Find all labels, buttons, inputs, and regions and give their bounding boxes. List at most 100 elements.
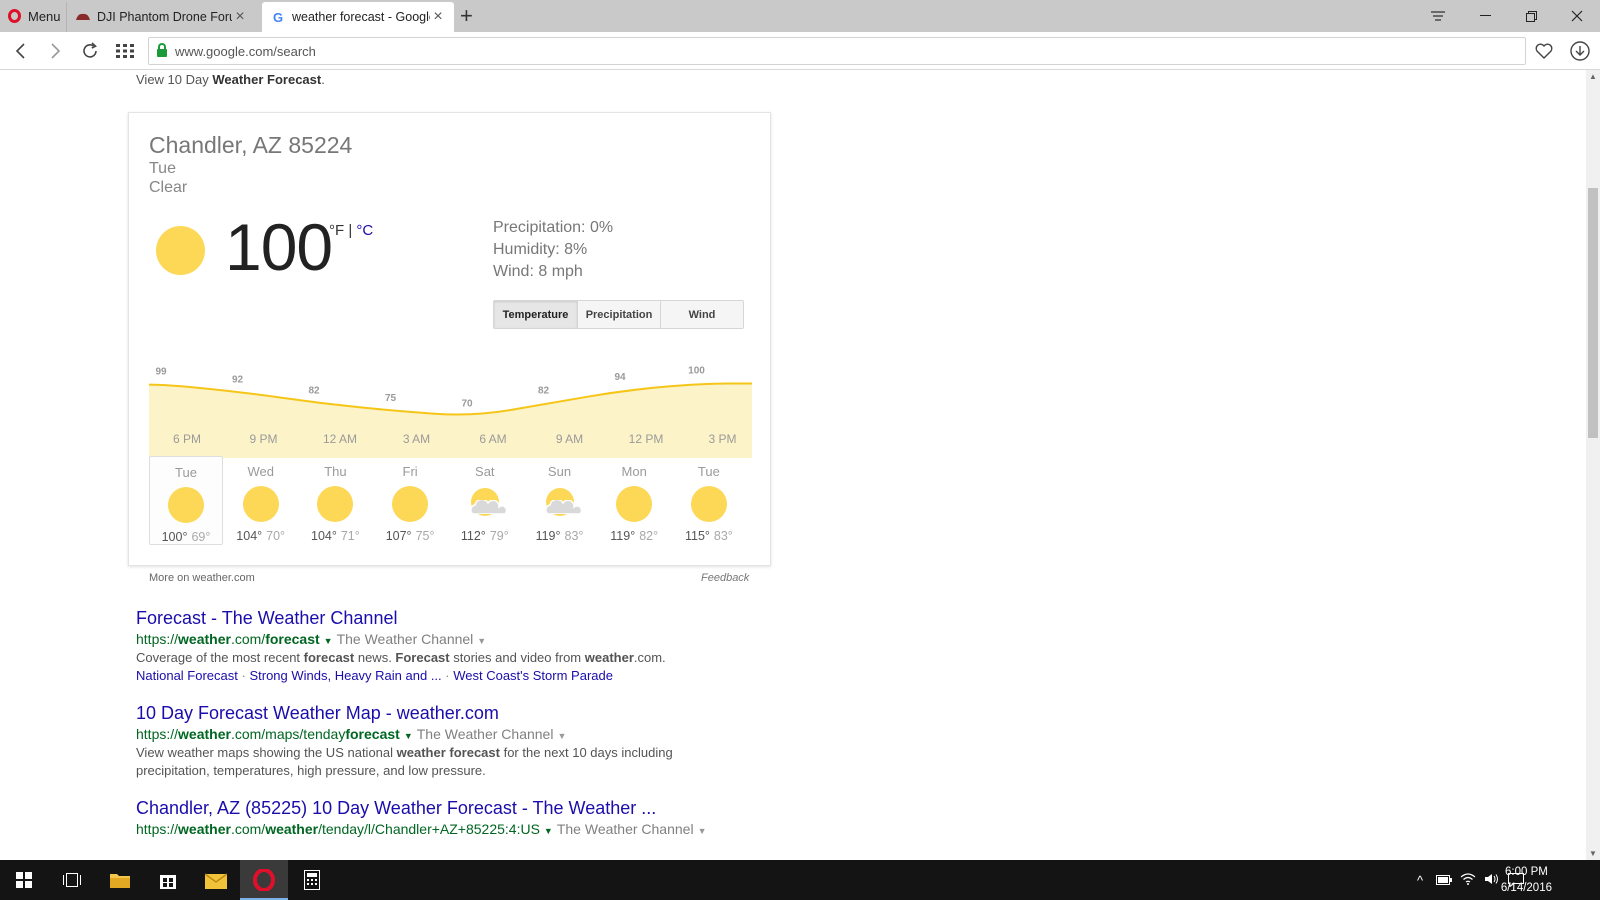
weather-intro-text: View 10 Day Weather Forecast. bbox=[136, 72, 325, 87]
tab-wind[interactable]: Wind bbox=[660, 301, 743, 328]
chart-mode-tabs: Temperature Precipitation Wind bbox=[493, 300, 744, 329]
forecast-temps: 112° 79° bbox=[448, 529, 522, 543]
restore-icon[interactable] bbox=[1508, 0, 1554, 32]
forecast-day[interactable]: Mon 119° 82° bbox=[597, 456, 671, 545]
chart-tick-label: 6 PM bbox=[172, 432, 201, 446]
fahrenheit-unit[interactable]: °F bbox=[329, 222, 344, 239]
search-result: Forecast - The Weather Channel https://w… bbox=[136, 608, 836, 683]
sunny-icon bbox=[242, 486, 279, 522]
forecast-high: 100° bbox=[161, 530, 188, 544]
forecast-day[interactable]: Tue 115° 83° bbox=[672, 456, 746, 545]
file-explorer-icon[interactable] bbox=[96, 860, 144, 900]
result-title[interactable]: 10 Day Forecast Weather Map - weather.co… bbox=[136, 703, 836, 724]
close-window-icon[interactable] bbox=[1554, 0, 1600, 32]
drone-icon bbox=[75, 9, 91, 25]
tab-menu-icon[interactable] bbox=[1415, 0, 1461, 32]
forecast-high: 104° bbox=[236, 529, 263, 543]
chevron-up-icon[interactable]: ^ bbox=[1408, 873, 1432, 888]
lock-icon bbox=[157, 43, 167, 57]
mail-icon[interactable] bbox=[192, 860, 240, 900]
url-input[interactable]: www.google.com/search bbox=[148, 37, 1526, 65]
result-url: https://weather.com/weather/tenday/l/Cha… bbox=[136, 821, 707, 837]
sitelink[interactable]: National Forecast bbox=[136, 668, 238, 683]
sunny-icon bbox=[392, 486, 429, 522]
chart-tick-label: 6 AM bbox=[479, 432, 507, 446]
partly-cloudy-icon bbox=[542, 486, 582, 522]
tab-dji-forum[interactable]: DJI Phantom Drone Forum × bbox=[66, 2, 256, 32]
url-text: www.google.com/search bbox=[175, 43, 316, 59]
sitelink[interactable]: Strong Winds, Heavy Rain and ... bbox=[249, 668, 441, 683]
forecast-day[interactable]: Thu 104° 71° bbox=[298, 456, 372, 545]
action-center-icon[interactable] bbox=[1504, 860, 1528, 900]
weather-card: Chandler, AZ 85224 Tue Clear 100 °F | °C… bbox=[128, 112, 771, 566]
download-icon[interactable] bbox=[1566, 37, 1594, 65]
weather-day: Tue bbox=[149, 160, 176, 177]
forecast-day-name: Tue bbox=[697, 464, 720, 479]
calculator-icon[interactable] bbox=[288, 860, 336, 900]
dropdown-arrow-icon[interactable]: ▼ bbox=[557, 731, 566, 741]
forward-icon[interactable] bbox=[42, 37, 70, 65]
sitelink[interactable]: West Coast's Storm Parade bbox=[453, 668, 613, 683]
celsius-link[interactable]: °C bbox=[356, 222, 373, 239]
tab-temperature[interactable]: Temperature bbox=[494, 301, 577, 328]
weather-location: Chandler, AZ 85224 bbox=[149, 132, 353, 158]
more-on-weather-link[interactable]: More on weather.com bbox=[149, 572, 255, 584]
minimize-icon[interactable] bbox=[1462, 0, 1508, 32]
forecast-low: 70° bbox=[266, 529, 286, 543]
back-icon[interactable] bbox=[6, 37, 34, 65]
windows-start-icon[interactable] bbox=[0, 860, 48, 900]
chart-tick-label: 12 AM bbox=[322, 432, 358, 446]
sunny-icon bbox=[168, 487, 204, 523]
opera-taskbar-icon[interactable] bbox=[240, 860, 288, 900]
chart-tick-label: 3 PM bbox=[708, 432, 737, 446]
wifi-icon[interactable] bbox=[1456, 872, 1480, 888]
result-title[interactable]: Chandler, AZ (85225) 10 Day Weather Fore… bbox=[136, 798, 836, 819]
windows-taskbar: ^ 6:00 PM 6/14/2016 bbox=[0, 860, 1600, 900]
result-title[interactable]: Forecast - The Weather Channel bbox=[136, 608, 836, 629]
scroll-up-icon[interactable]: ▲ bbox=[1586, 72, 1600, 81]
close-tab-icon[interactable]: × bbox=[430, 8, 446, 26]
precipitation-stat: Precipitation: 0% bbox=[493, 219, 614, 236]
forecast-day[interactable]: Wed 104° 70° bbox=[224, 456, 298, 545]
dropdown-arrow-icon[interactable]: ▼ bbox=[477, 636, 486, 646]
new-tab-button[interactable]: + bbox=[460, 4, 473, 28]
tab-title: DJI Phantom Drone Forum bbox=[97, 10, 232, 24]
task-view-icon[interactable] bbox=[48, 860, 96, 900]
scrollbar-thumb[interactable] bbox=[1588, 188, 1598, 438]
store-icon[interactable] bbox=[144, 860, 192, 900]
google-icon: G bbox=[272, 9, 284, 25]
result-snippet: Coverage of the most recent forecast new… bbox=[136, 650, 666, 665]
speed-dial-icon[interactable] bbox=[111, 37, 139, 65]
scroll-down-icon[interactable]: ▼ bbox=[1586, 849, 1600, 858]
sunny-icon bbox=[156, 226, 205, 275]
dropdown-arrow-icon[interactable]: ▼ bbox=[324, 636, 333, 646]
forecast-low: 79° bbox=[489, 529, 509, 543]
forecast-day[interactable]: Sat 112° 79° bbox=[448, 456, 522, 545]
forecast-day-name: Thu bbox=[324, 464, 347, 479]
forecast-day[interactable]: Tue 100° 69° bbox=[149, 456, 223, 545]
result-sitelinks: National Forecast · Strong Winds, Heavy … bbox=[136, 668, 613, 683]
wind-stat: Wind: 8 mph bbox=[493, 263, 583, 280]
feedback-link[interactable]: Feedback bbox=[701, 572, 749, 584]
close-tab-icon[interactable]: × bbox=[232, 8, 248, 26]
forecast-high: 119° bbox=[610, 529, 636, 543]
search-result: 10 Day Forecast Weather Map - weather.co… bbox=[136, 703, 836, 780]
tab-precipitation[interactable]: Precipitation bbox=[577, 301, 660, 328]
forecast-day[interactable]: Sun 119° 83° bbox=[523, 456, 597, 545]
forecast-low: 83° bbox=[564, 529, 584, 543]
dropdown-arrow-icon[interactable]: ▼ bbox=[404, 731, 413, 741]
battery-icon[interactable] bbox=[1432, 873, 1456, 888]
forecast-day-name: Sat bbox=[475, 464, 495, 479]
dropdown-arrow-icon[interactable]: ▼ bbox=[698, 826, 707, 836]
forecast-high: 104° bbox=[311, 529, 337, 543]
tab-google-search[interactable]: G weather forecast - Google × bbox=[262, 2, 454, 32]
vertical-scrollbar[interactable]: ▲ ▼ bbox=[1586, 70, 1600, 860]
reload-icon[interactable] bbox=[76, 37, 104, 65]
forecast-day[interactable]: Fri 107° 75° bbox=[373, 456, 447, 545]
dropdown-arrow-icon[interactable]: ▼ bbox=[544, 826, 553, 836]
heart-icon[interactable] bbox=[1530, 37, 1558, 65]
current-temperature: 100 bbox=[225, 210, 333, 284]
sunny-icon bbox=[317, 486, 354, 522]
forecast-low: 71° bbox=[340, 529, 360, 543]
opera-menu-button[interactable]: Menu bbox=[0, 0, 66, 32]
